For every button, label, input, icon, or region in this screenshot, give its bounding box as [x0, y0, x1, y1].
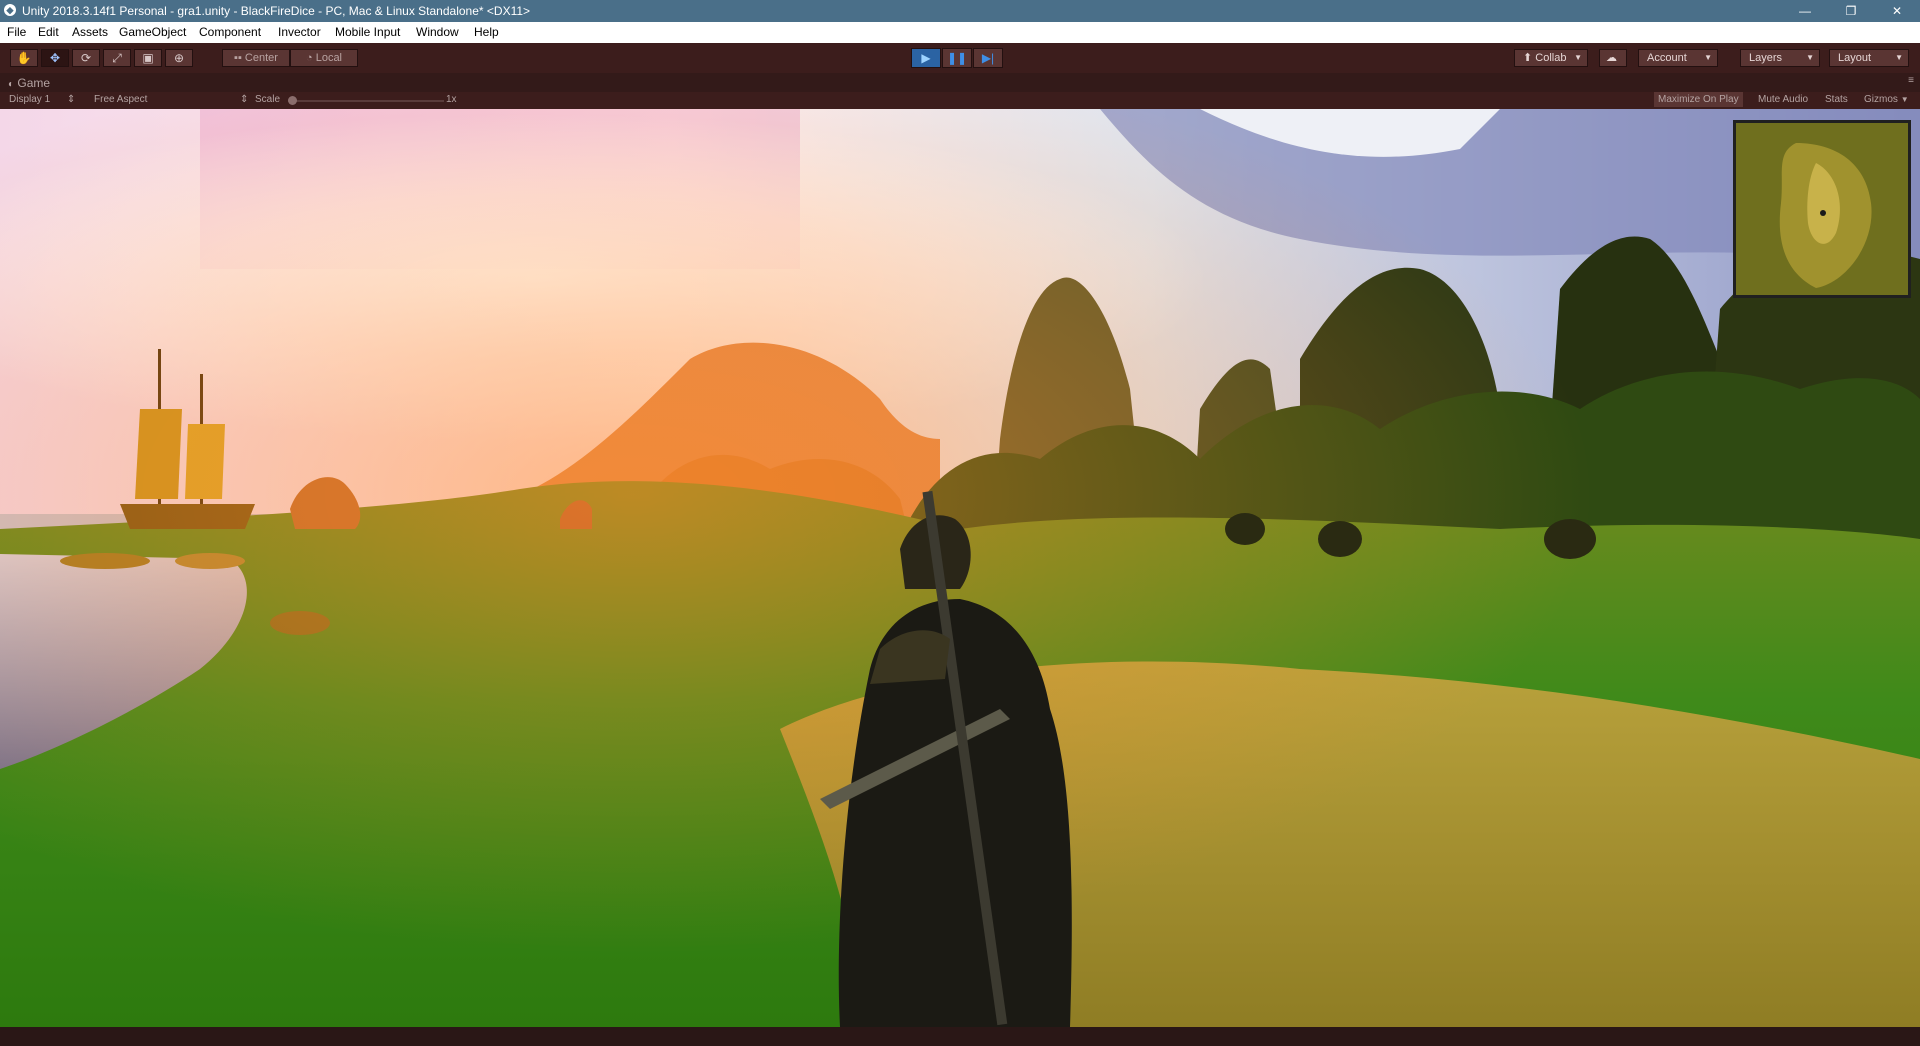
scale-label: Scale — [255, 94, 281, 105]
chevron-updown-icon: ⇕ — [240, 94, 249, 105]
game-scene — [0, 109, 1920, 1027]
maximize-on-play-toggle[interactable]: Maximize On Play — [1654, 92, 1743, 107]
step-button[interactable]: ▶| — [973, 48, 1003, 68]
layout-dropdown[interactable]: Layout ▼ — [1829, 49, 1909, 67]
pause-icon: ❚❚ — [946, 51, 968, 65]
menu-mobile-input[interactable]: Mobile Input — [335, 25, 400, 39]
rect-icon: ▣ — [142, 51, 154, 65]
menu-invector[interactable]: Invector — [278, 25, 321, 39]
chevron-down-icon: ▼ — [1704, 53, 1712, 62]
cloud-icon: ☁ — [1606, 52, 1617, 64]
minimize-button[interactable]: — — [1782, 0, 1828, 22]
pivot-rotation-button[interactable]: ◔ Local — [290, 49, 358, 67]
collab-icon: ⬆ — [1523, 52, 1533, 64]
layers-label: Layers — [1749, 52, 1783, 64]
cloud-button[interactable]: ☁ — [1599, 49, 1627, 67]
gizmos-label: Gizmos — [1864, 94, 1898, 105]
account-label: Account — [1647, 52, 1687, 64]
scale-icon: ⤢ — [112, 51, 122, 65]
minimap — [1733, 120, 1911, 298]
chevron-down-icon: ▼ — [1900, 95, 1909, 104]
aspect-label: Free Aspect — [94, 94, 148, 105]
menu-file[interactable]: File — [7, 25, 26, 39]
title-bar: ◆ Unity 2018.3.14f1 Personal - gra1.unit… — [0, 0, 1920, 22]
pivot-center-icon: ▪▪ — [234, 52, 242, 64]
layout-label: Layout — [1838, 52, 1872, 64]
move-tool-button[interactable]: ✥ — [41, 49, 69, 67]
transform-tool-button[interactable]: ⊕ — [165, 49, 193, 67]
scale-slider-thumb[interactable] — [288, 96, 297, 105]
collab-label: Collab — [1535, 52, 1567, 64]
gizmos-dropdown[interactable]: Gizmos ▼ — [1864, 94, 1909, 105]
move-icon: ✥ — [49, 51, 61, 65]
account-dropdown[interactable]: Account ▼ — [1638, 49, 1718, 67]
play-button[interactable]: ▶ — [911, 48, 941, 68]
mute-audio-toggle[interactable]: Mute Audio — [1758, 94, 1808, 105]
aspect-dropdown[interactable]: Free Aspect — [94, 94, 147, 105]
game-tab-label: Game — [17, 76, 51, 90]
chevron-down-icon: ▼ — [1806, 53, 1814, 62]
scale-slider[interactable] — [288, 96, 444, 105]
tab-menu-icon[interactable]: ≡ — [1908, 75, 1914, 86]
layers-dropdown[interactable]: Layers ▼ — [1740, 49, 1820, 67]
pivot-mode-button[interactable]: ▪▪ Center — [222, 49, 290, 67]
step-icon: ▶| — [981, 51, 995, 65]
play-icon: ▶ — [921, 51, 931, 65]
stats-toggle[interactable]: Stats — [1825, 94, 1848, 105]
display-label: Display 1 — [9, 94, 51, 105]
hand-icon: ✋ — [16, 51, 32, 65]
menu-assets[interactable]: Assets — [72, 25, 108, 39]
rotate-icon: ⟳ — [80, 51, 92, 65]
game-view-toolbar: Display 1 ⇕ Free Aspect ⇕ Scale 1x Maxim… — [0, 92, 1920, 109]
menu-bar: File Edit Assets GameObject Component In… — [0, 22, 1920, 43]
scale-value: 1x — [446, 94, 457, 105]
rect-tool-button[interactable]: ▣ — [134, 49, 162, 67]
minimap-terrain — [1736, 123, 1908, 295]
status-bar — [0, 1027, 1920, 1046]
hand-tool-button[interactable]: ✋ — [10, 49, 38, 67]
display-dropdown[interactable]: Display 1 ⇕ — [9, 94, 75, 105]
chevron-down-icon: ▼ — [1895, 53, 1903, 62]
collab-dropdown[interactable]: ⬆ Collab ▼ — [1514, 49, 1588, 67]
game-viewport[interactable] — [0, 109, 1920, 1027]
restore-button[interactable]: ❐ — [1828, 0, 1874, 22]
pivot-local-icon: ◔ — [305, 52, 313, 64]
pivot-mode-label: Center — [244, 52, 278, 64]
chevron-updown-icon: ⇕ — [66, 94, 76, 105]
game-tab-icon: ◐ — [8, 79, 15, 90]
menu-gameobject[interactable]: GameObject — [119, 25, 186, 39]
window-title: Unity 2018.3.14f1 Personal - gra1.unity … — [22, 4, 531, 18]
menu-help[interactable]: Help — [474, 25, 499, 39]
scale-tool-button[interactable]: ⤢ — [103, 49, 131, 67]
chevron-down-icon: ▼ — [1574, 53, 1582, 62]
transform-icon: ⊕ — [173, 51, 185, 65]
tab-game[interactable]: ◐ Game — [8, 76, 50, 90]
game-tab-bar: ◐ Game ≡ — [0, 73, 1920, 92]
main-toolbar: ✋ ✥ ⟳ ⤢ ▣ ⊕ ▪▪ Center ◔ Local ▶ ❚❚ ▶| ⬆ … — [0, 43, 1920, 73]
menu-component[interactable]: Component — [199, 25, 261, 39]
close-button[interactable]: ✕ — [1874, 0, 1920, 22]
pivot-rotation-label: Local — [315, 52, 342, 64]
unity-logo-icon: ◆ — [4, 4, 16, 16]
rotate-tool-button[interactable]: ⟳ — [72, 49, 100, 67]
pause-button[interactable]: ❚❚ — [942, 48, 972, 68]
menu-window[interactable]: Window — [416, 25, 459, 39]
menu-edit[interactable]: Edit — [38, 25, 59, 39]
